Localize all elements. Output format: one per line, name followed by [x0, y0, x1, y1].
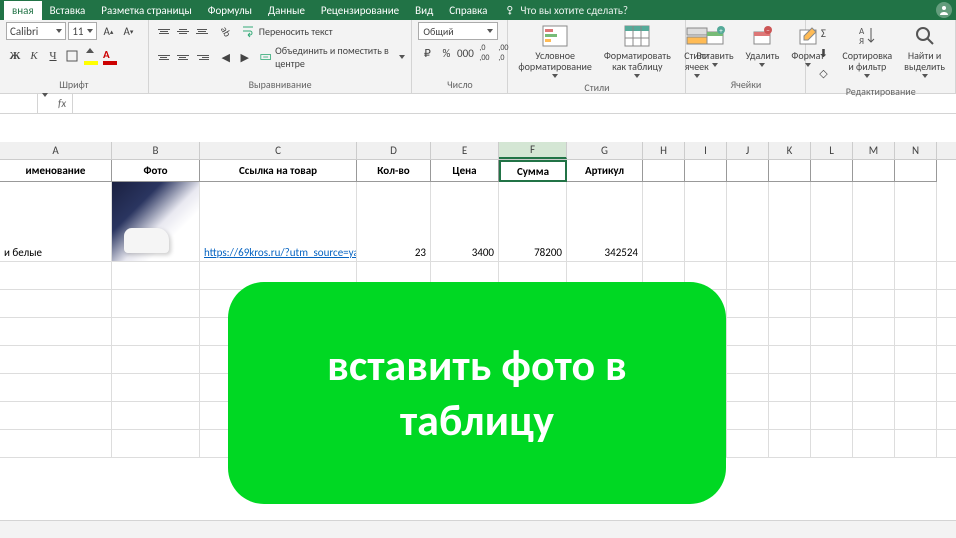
col-header-G[interactable]: G — [567, 142, 643, 159]
group-label-cells: Ячейки — [692, 77, 799, 92]
tab-help[interactable]: Справка — [441, 1, 495, 20]
hdr-sku[interactable]: Артикул — [567, 160, 643, 182]
tab-layout[interactable]: Разметка страницы — [93, 1, 200, 20]
status-bar — [0, 520, 956, 538]
cell-name[interactable]: и белые — [0, 182, 112, 261]
col-header-J[interactable]: J — [727, 142, 769, 159]
svg-text:+: + — [719, 26, 723, 35]
col-header-I[interactable]: I — [685, 142, 727, 159]
fill-icon[interactable]: ⬇ — [814, 44, 832, 62]
fill-color-button[interactable] — [82, 47, 100, 65]
col-header-K[interactable]: K — [769, 142, 811, 159]
align-left-icon[interactable] — [155, 48, 173, 66]
insert-cells-button[interactable]: + Вставить — [692, 22, 737, 69]
align-center-icon[interactable] — [174, 48, 192, 66]
hdr-sum[interactable]: Сумма — [499, 160, 567, 182]
group-label-styles: Стили — [514, 80, 679, 95]
align-bottom-icon[interactable] — [193, 22, 211, 40]
orientation-icon[interactable]: ab — [217, 22, 235, 40]
group-label-number: Число — [418, 77, 501, 92]
clear-icon[interactable]: ◇ — [814, 64, 832, 82]
font-color-button[interactable]: A — [101, 47, 119, 65]
cell-photo[interactable] — [112, 182, 200, 261]
font-size-select[interactable]: 11 — [68, 22, 97, 40]
autosum-icon[interactable]: Σ — [814, 24, 832, 42]
delete-cells-button[interactable]: − Удалить — [742, 22, 784, 69]
find-select-button[interactable]: Найти и выделить — [900, 22, 949, 80]
tab-home[interactable]: вная — [4, 1, 42, 20]
col-header-E[interactable]: E — [431, 142, 499, 159]
bold-button[interactable]: Ж — [6, 47, 24, 65]
user-avatar[interactable] — [936, 2, 952, 18]
ribbon: Calibri 11 A▴ A▾ Ж К Ч A Шрифт — [0, 20, 956, 94]
comma-icon[interactable]: 000 — [456, 44, 474, 62]
group-label-align: Выравнивание — [155, 77, 406, 92]
tab-view[interactable]: Вид — [407, 1, 441, 20]
currency-icon[interactable]: ₽ — [418, 44, 436, 62]
fx-button[interactable]: fx — [52, 94, 73, 113]
percent-icon[interactable]: % — [437, 44, 455, 62]
col-header-M[interactable]: M — [853, 142, 895, 159]
hdr-qty[interactable]: Кол-во — [357, 160, 431, 182]
tab-insert[interactable]: Вставка — [42, 1, 94, 20]
tell-me-search[interactable]: Что вы хотите сделать? — [505, 4, 628, 17]
name-box[interactable] — [0, 94, 38, 113]
cell-sum[interactable]: 78200 — [499, 182, 567, 261]
align-right-icon[interactable] — [193, 48, 211, 66]
overlay-caption: вставить фото в таблицу — [228, 282, 726, 504]
product-image — [112, 182, 199, 261]
align-middle-icon[interactable] — [174, 22, 192, 40]
indent-inc-icon[interactable]: ▶ — [236, 48, 254, 66]
col-header-B[interactable]: B — [112, 142, 200, 159]
hdr-price[interactable]: Цена — [431, 160, 499, 182]
hdr-name[interactable]: именование — [0, 160, 112, 182]
tab-review[interactable]: Рецензирование — [313, 1, 407, 20]
table-header-row: именование Фото Ссылка на товар Кол-во Ц… — [0, 160, 956, 182]
col-header-D[interactable]: D — [357, 142, 431, 159]
shrink-font-icon[interactable]: A▾ — [119, 22, 137, 40]
menu-tabs: вная Вставка Разметка страницы Формулы Д… — [0, 0, 956, 20]
font-name-select[interactable]: Calibri — [6, 22, 66, 40]
cell-price[interactable]: 3400 — [431, 182, 499, 261]
indent-dec-icon[interactable]: ◀ — [217, 48, 235, 66]
col-header-H[interactable]: H — [643, 142, 685, 159]
wrap-text-button[interactable]: Переносить текст — [241, 24, 333, 38]
col-header-N[interactable]: N — [895, 142, 937, 159]
merge-center-button[interactable]: Объединить и поместить в центре — [260, 44, 406, 70]
col-header-C[interactable]: C — [200, 142, 357, 159]
cell-link[interactable]: https://69kros.ru/?utm_source=yande — [200, 182, 357, 261]
align-top-icon[interactable] — [155, 22, 173, 40]
border-button[interactable] — [63, 47, 81, 65]
conditional-format-button[interactable]: Условное форматирование — [514, 22, 595, 80]
table-row: и белые https://69kros.ru/?utm_source=ya… — [0, 182, 956, 262]
cell-sku[interactable]: 342524 — [567, 182, 643, 261]
sort-filter-button[interactable]: AЯ Сортировка и фильтр — [838, 22, 896, 80]
tell-me-label: Что вы хотите сделать? — [520, 4, 628, 17]
number-format-select[interactable]: Общий — [418, 22, 498, 40]
col-header-F[interactable]: F — [499, 142, 567, 159]
tab-data[interactable]: Данные — [260, 1, 313, 20]
svg-text:−: − — [767, 26, 771, 35]
col-header-L[interactable]: L — [811, 142, 853, 159]
col-header-A[interactable]: A — [0, 142, 112, 159]
hdr-link[interactable]: Ссылка на товар — [200, 160, 357, 182]
format-as-table-button[interactable]: Форматировать как таблицу — [600, 22, 675, 80]
cell-qty[interactable]: 23 — [357, 182, 431, 261]
underline-button[interactable]: Ч — [44, 47, 62, 65]
inc-decimal-icon[interactable]: ,0,00 — [475, 44, 493, 62]
column-headers: A B C D E F G H I J K L M N — [0, 142, 956, 160]
svg-text:Я: Я — [859, 36, 864, 47]
grow-font-icon[interactable]: A▴ — [99, 22, 117, 40]
group-label-font: Шрифт — [6, 77, 142, 92]
tab-formulas[interactable]: Формулы — [200, 1, 260, 20]
group-label-edit: Редактирование — [812, 84, 949, 99]
hdr-photo[interactable]: Фото — [112, 160, 200, 182]
italic-button[interactable]: К — [25, 47, 43, 65]
